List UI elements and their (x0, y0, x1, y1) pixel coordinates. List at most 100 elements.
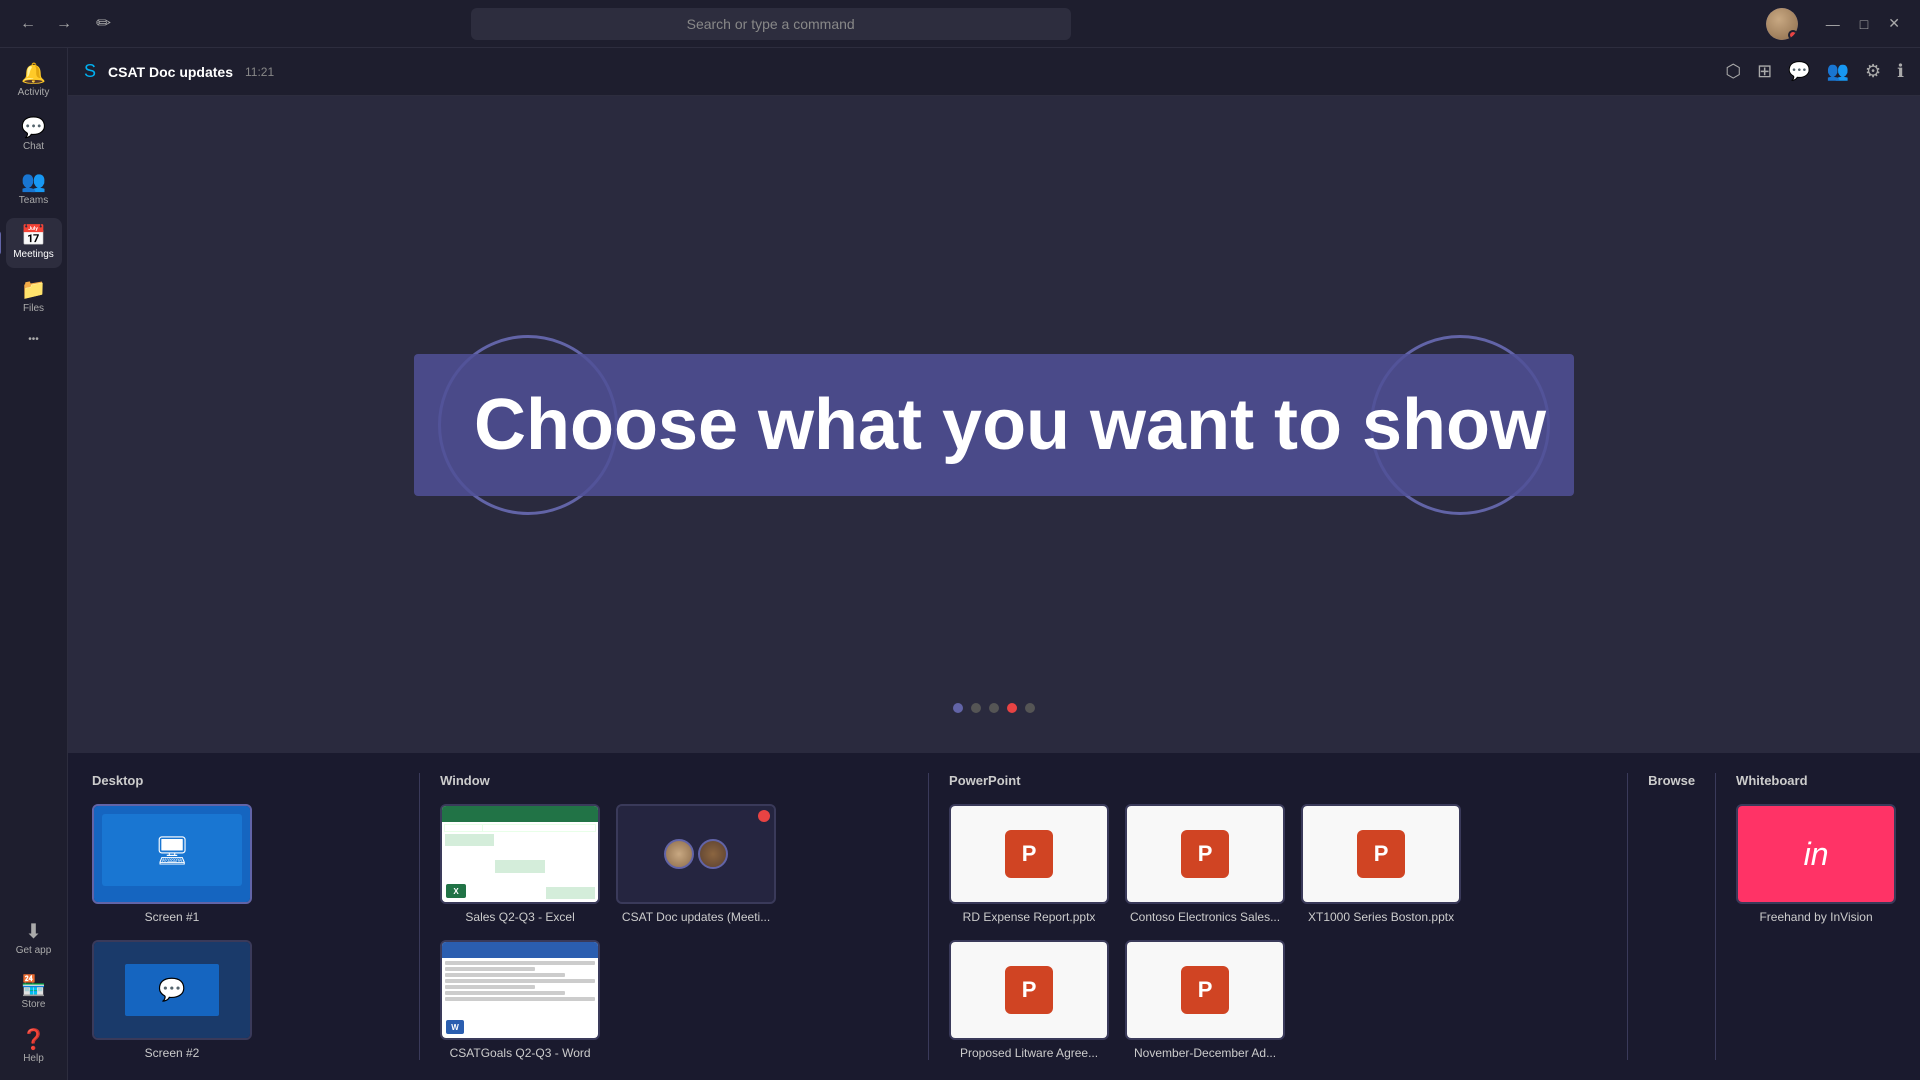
info-icon[interactable]: ℹ (1897, 61, 1904, 82)
ppt3-thumb[interactable]: P (1301, 804, 1461, 904)
share-item-ppt2[interactable]: P Contoso Electronics Sales... (1125, 804, 1285, 924)
word-body (442, 958, 598, 1038)
share-item-ppt4[interactable]: P Proposed Litware Agree... (949, 940, 1109, 1060)
dot-5 (1025, 703, 1035, 713)
window-section-header: Window (440, 773, 908, 788)
content-area: S CSAT Doc updates 11:21 ⬡ ⊞ 💬 👥 ⚙ ℹ (68, 48, 1920, 1080)
sidebar-label-get-app: Get app (16, 945, 52, 956)
meeting-chat-icon[interactable]: 💬 (1788, 61, 1810, 82)
settings-icon[interactable]: ⚙ (1865, 61, 1881, 82)
sidebar-item-store[interactable]: 🏪 Store (6, 968, 62, 1018)
powerpoint-items: P RD Expense Report.pptx P (949, 804, 1607, 1060)
teams-meeting-thumb[interactable] (616, 804, 776, 904)
desktop-section-header: Desktop (92, 773, 399, 788)
word-line-3 (445, 973, 565, 977)
sidebar: 🔔 Activity 💬 Chat 👥 Teams 📅 Meetings 📁 F… (0, 48, 68, 1080)
word-line-4 (445, 979, 595, 983)
share-item-screen2[interactable]: 💬 Screen #2 (92, 940, 252, 1060)
screen2-thumb[interactable]: 💬 (92, 940, 252, 1040)
sidebar-item-files[interactable]: 📁 Files (6, 272, 62, 322)
share-screen-icon[interactable]: ⬡ (1725, 61, 1741, 82)
sidebar-label-chat: Chat (23, 141, 44, 152)
ppt2-label: Contoso Electronics Sales... (1130, 910, 1280, 924)
dot-3 (989, 703, 999, 713)
share-item-ppt3[interactable]: P XT1000 Series Boston.pptx (1301, 804, 1461, 924)
screen1-label: Screen #1 (145, 910, 200, 924)
ppt4-content: P (951, 942, 1107, 1038)
word-thumb[interactable]: W (440, 940, 600, 1040)
share-item-teams-meeting[interactable]: CSAT Doc updates (Meeti... (616, 804, 776, 924)
avatar-status-badge (1788, 30, 1798, 40)
sidebar-item-teams[interactable]: 👥 Teams (6, 164, 62, 214)
ppt4-thumb[interactable]: P (949, 940, 1109, 1040)
share-item-word[interactable]: W CSATGoals Q2-Q3 - Word (440, 940, 600, 1060)
sidebar-item-get-app[interactable]: ⬇ Get app (6, 914, 62, 964)
powerpoint-section: PowerPoint P RD Expense Report.pptx (949, 773, 1607, 1060)
overlay-banner-text: Choose what you want to show (474, 385, 1546, 465)
whiteboard-section-header: Whiteboard (1736, 773, 1896, 788)
search-input[interactable] (471, 8, 1071, 40)
ppt4-label: Proposed Litware Agree... (960, 1046, 1098, 1060)
word-line-5 (445, 985, 535, 989)
close-button[interactable]: ✕ (1880, 11, 1908, 36)
files-icon: 📁 (21, 280, 46, 300)
sidebar-item-help[interactable]: ❓ Help (6, 1022, 62, 1072)
share-item-ppt5[interactable]: P November-December Ad... (1125, 940, 1285, 1060)
word-header (442, 942, 598, 958)
more-label: ••• (28, 334, 39, 345)
excel-label: Sales Q2-Q3 - Excel (465, 910, 574, 924)
share-item-invision[interactable]: in Freehand by InVision (1736, 804, 1896, 924)
meeting-video-area: Choose what you want to show Desktop (68, 96, 1920, 1080)
window-items: X Sales Q2-Q3 - Excel (440, 804, 908, 1060)
participants-icon[interactable]: 👥 (1827, 61, 1849, 82)
dots-indicator (953, 703, 1035, 713)
maximize-button[interactable]: □ (1852, 11, 1876, 36)
sidebar-item-more[interactable]: ••• (6, 326, 62, 353)
separator-1 (419, 773, 420, 1060)
window-section: Window (440, 773, 908, 1060)
skype-icon: S (84, 61, 96, 82)
ppt5-thumb[interactable]: P (1125, 940, 1285, 1040)
sidebar-item-chat[interactable]: 💬 Chat (6, 110, 62, 160)
meetings-icon: 📅 (21, 226, 46, 246)
sidebar-label-meetings: Meetings (13, 249, 54, 260)
desktop-section: Desktop 🖥 (92, 773, 399, 1060)
invision-thumb[interactable]: in (1736, 804, 1896, 904)
screen1-thumb[interactable]: 🖥 (92, 804, 252, 904)
ppt1-content: P (951, 806, 1107, 902)
window-controls[interactable]: — □ ✕ (1818, 11, 1908, 36)
share-item-excel[interactable]: X Sales Q2-Q3 - Excel (440, 804, 600, 924)
whiteboard-icon[interactable]: ⊞ (1757, 61, 1772, 82)
share-items-row: Desktop 🖥 (92, 773, 1896, 1060)
sidebar-label-files: Files (23, 303, 44, 314)
excel-thumb[interactable]: X (440, 804, 600, 904)
word-line-7 (445, 997, 595, 1001)
sidebar-label-store: Store (22, 999, 46, 1010)
invision-content: in (1738, 806, 1894, 902)
back-button[interactable]: ← (12, 11, 44, 37)
sidebar-item-activity[interactable]: 🔔 Activity (6, 56, 62, 106)
dot-4 (1007, 703, 1017, 713)
ppt1-label: RD Expense Report.pptx (963, 910, 1096, 924)
avatar[interactable] (1766, 8, 1798, 40)
ppt1-icon: P (1005, 830, 1053, 878)
sidebar-label-teams: Teams (19, 195, 48, 206)
desktop-thumb-2: 💬 (94, 942, 250, 1038)
ppt5-label: November-December Ad... (1134, 1046, 1276, 1060)
ppt2-thumb[interactable]: P (1125, 804, 1285, 904)
separator-4 (1715, 773, 1716, 1060)
ppt3-label: XT1000 Series Boston.pptx (1308, 910, 1454, 924)
share-item-ppt1[interactable]: P RD Expense Report.pptx (949, 804, 1109, 924)
teams-meeting-content (618, 806, 774, 902)
ppt4-icon: P (1005, 966, 1053, 1014)
teams-meeting-faces (664, 839, 728, 869)
forward-button[interactable]: → (48, 11, 80, 37)
compose-button[interactable]: ✏ (88, 9, 119, 38)
sidebar-item-meetings[interactable]: 📅 Meetings (6, 218, 62, 268)
word-line-2 (445, 967, 535, 971)
powerpoint-section-header: PowerPoint (949, 773, 1607, 788)
share-item-screen1[interactable]: 🖥 Screen #1 (92, 804, 252, 924)
nav-buttons[interactable]: ← → (12, 11, 80, 37)
ppt1-thumb[interactable]: P (949, 804, 1109, 904)
minimize-button[interactable]: — (1818, 11, 1848, 36)
